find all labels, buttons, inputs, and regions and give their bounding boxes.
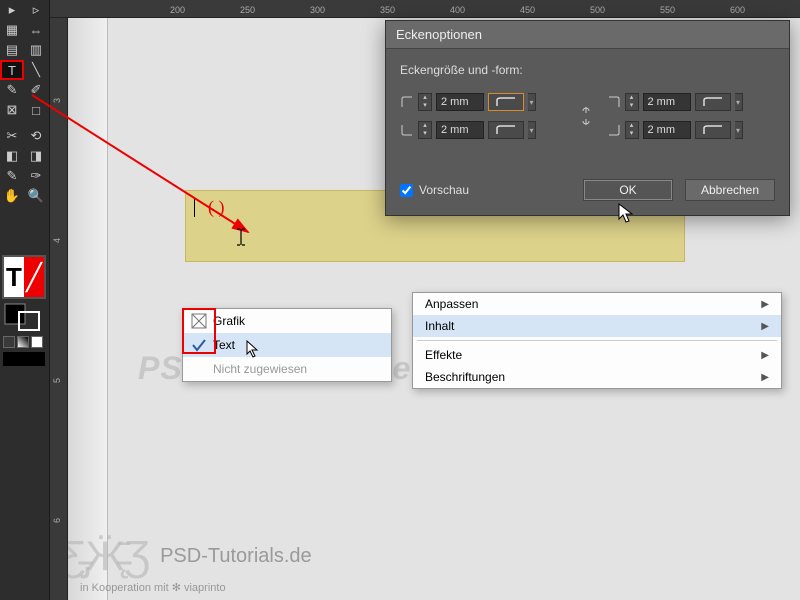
tr-value-input[interactable]	[643, 93, 691, 111]
scissors-tool[interactable]: ✂	[0, 126, 24, 146]
corner-tl-icon	[400, 95, 414, 109]
menu-anpassen-label: Anpassen	[425, 297, 478, 311]
bl-value-input[interactable]	[436, 121, 484, 139]
bottom-right-corner: ▴▾ ▾	[607, 121, 776, 139]
top-right-corner: ▴▾ ▾	[607, 93, 776, 111]
eyedropper-tool[interactable]: ✑	[24, 166, 48, 186]
br-value-input[interactable]	[643, 121, 691, 139]
tr-stepper[interactable]: ▴▾	[625, 93, 639, 111]
menu-item-grafik-label: Grafik	[213, 314, 245, 328]
unassigned-icon	[191, 361, 207, 377]
cooperation-text: in Kooperation mit ✻ viaprinto	[80, 581, 226, 594]
type-tool[interactable]: T	[0, 60, 24, 80]
vertical-ruler: 3 4 5 6	[50, 18, 68, 600]
brand-name: PSD-Tutorials.de	[160, 545, 312, 568]
br-stepper[interactable]: ▴▾	[625, 121, 639, 139]
parentheses-marker: ( )	[208, 197, 225, 218]
menu-separator	[417, 340, 777, 341]
tr-shape-dropdown[interactable]: ▾	[735, 93, 743, 111]
brand-footer: Ƹ̵̡Ӝ̵̨̄Ʒ PSD-Tutorials.de	[60, 532, 312, 580]
line-tool[interactable]: ╲	[24, 60, 48, 80]
link-corners-icon[interactable]	[577, 105, 595, 127]
menu-effekte-label: Effekte	[425, 348, 462, 362]
bl-stepper[interactable]: ▴▾	[418, 121, 432, 139]
menu-item-beschriftungen[interactable]: Beschriftungen ▶	[413, 366, 781, 388]
type-tool-large-indicator: T╱	[2, 255, 46, 299]
br-shape-select[interactable]	[695, 121, 731, 139]
submenu-arrow-icon: ▶	[761, 321, 769, 332]
menu-item-text-label: Text	[213, 338, 235, 352]
ok-button[interactable]: OK	[583, 179, 673, 201]
corner-br-icon	[607, 123, 621, 137]
pen-tool[interactable]: ✎	[0, 80, 24, 100]
tl-stepper[interactable]: ▴▾	[418, 93, 432, 111]
direct-selection-tool[interactable]: ▹	[24, 0, 48, 20]
context-menu: Anpassen ▶ Inhalt ▶ Effekte ▶ Beschriftu…	[412, 292, 782, 389]
submenu-arrow-icon: ▶	[761, 350, 769, 361]
butterfly-icon: Ƹ̵̡Ӝ̵̨̄Ʒ	[60, 532, 150, 580]
view-mode-row[interactable]	[3, 352, 45, 366]
bottom-left-corner: ▴▾ ▾	[400, 121, 569, 139]
menu-item-text[interactable]: Text	[183, 333, 391, 357]
menu-item-effekte[interactable]: Effekte ▶	[413, 344, 781, 366]
text-cursor	[194, 199, 195, 217]
zoom-tool[interactable]: 🔍	[24, 186, 48, 206]
preview-checkbox-input[interactable]	[400, 184, 413, 197]
menu-inhalt-label: Inhalt	[425, 319, 454, 333]
tr-shape-select[interactable]	[695, 93, 731, 111]
submenu-arrow-icon: ▶	[761, 299, 769, 310]
corner-bl-icon	[400, 123, 414, 137]
color-mode-row[interactable]	[3, 336, 43, 348]
tl-shape-dropdown[interactable]: ▾	[528, 93, 536, 111]
preview-checkbox[interactable]: Vorschau	[400, 183, 571, 197]
menu-item-grafik[interactable]: Grafik	[183, 309, 391, 333]
pencil-tool[interactable]: ✐	[24, 80, 48, 100]
submenu-arrow-icon: ▶	[761, 372, 769, 383]
cancel-button[interactable]: Abbrechen	[685, 179, 775, 201]
gradient-feather-tool[interactable]: ◨	[24, 146, 48, 166]
menu-item-unassigned-label: Nicht zugewiesen	[213, 362, 307, 376]
tools-panel: ▸▹ ▦⇔ ▤▥ T╲ ✎✐ ⊠□ ✂⟲ ◧◨ ✎✑ ✋🔍	[0, 0, 50, 600]
tl-value-input[interactable]	[436, 93, 484, 111]
fill-stroke-proxy[interactable]	[3, 302, 45, 332]
top-left-corner: ▴▾ ▾	[400, 93, 569, 111]
rectangle-frame-tool[interactable]: ⊠	[0, 100, 24, 120]
gradient-swatch-tool[interactable]: ◧	[0, 146, 24, 166]
br-shape-dropdown[interactable]: ▾	[735, 121, 743, 139]
corner-options-dialog: Eckenoptionen Eckengröße und -form: ▴▾ ▾…	[385, 20, 790, 216]
indesign-app: ▸▹ ▦⇔ ▤▥ T╲ ✎✐ ⊠□ ✂⟲ ◧◨ ✎✑ ✋🔍 T╱ 200 250…	[0, 0, 800, 600]
hand-tool[interactable]: ✋	[0, 186, 24, 206]
page-edge	[68, 18, 108, 600]
menu-item-anpassen[interactable]: Anpassen ▶	[413, 293, 781, 315]
preview-label: Vorschau	[419, 183, 469, 197]
bl-shape-select[interactable]	[488, 121, 524, 139]
note-tool[interactable]: ✎	[0, 166, 24, 186]
gap-tool[interactable]: ⇔	[24, 20, 48, 40]
corner-tr-icon	[607, 95, 621, 109]
menu-beschriftungen-label: Beschriftungen	[425, 370, 505, 384]
page-tool[interactable]: ▦	[0, 20, 24, 40]
bl-shape-dropdown[interactable]: ▾	[528, 121, 536, 139]
rectangle-tool[interactable]: □	[24, 100, 48, 120]
check-icon	[191, 337, 207, 353]
content-collector[interactable]: ▤	[0, 40, 24, 60]
content-placer[interactable]: ▥	[24, 40, 48, 60]
tl-shape-select[interactable]	[488, 93, 524, 111]
dialog-title: Eckenoptionen	[386, 21, 789, 49]
menu-item-inhalt[interactable]: Inhalt ▶	[413, 315, 781, 337]
graphic-icon	[191, 313, 207, 329]
transform-tool[interactable]: ⟲	[24, 126, 48, 146]
menu-item-unassigned[interactable]: Nicht zugewiesen	[183, 357, 391, 381]
selection-tool[interactable]: ▸	[0, 0, 24, 20]
dialog-legend: Eckengröße und -form:	[400, 63, 775, 77]
content-type-submenu: Grafik Text Nicht zugewiesen	[182, 308, 392, 382]
horizontal-ruler: 200 250 300 350 400 450 500 550 600	[50, 0, 800, 18]
